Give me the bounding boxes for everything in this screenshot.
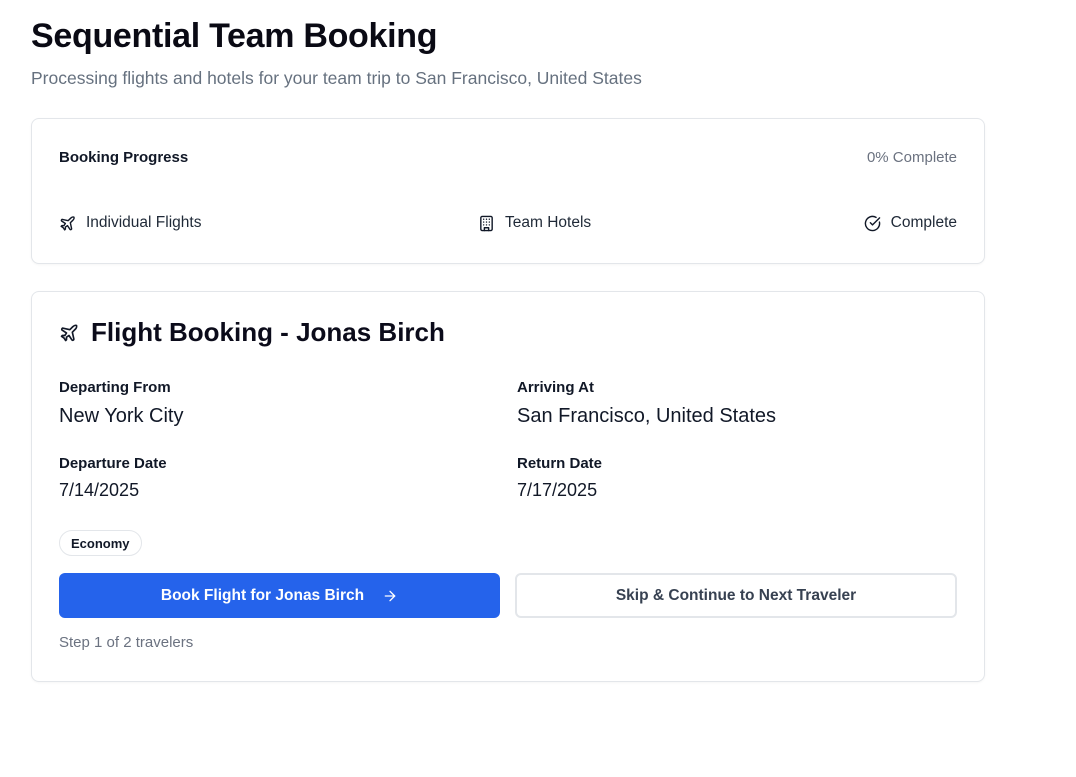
class-badge: Economy [59,530,142,556]
skip-traveler-button[interactable]: Skip & Continue to Next Traveler [515,573,957,618]
return-date-label: Return Date [517,455,603,472]
building-icon [480,215,493,231]
flight-booking-card: Flight Booking - Jonas Birch Departing F… [31,291,985,682]
booking-title: Flight Booking - Jonas Birch [59,317,445,348]
progress-step-flights: Individual Flights [59,214,201,232]
book-flight-button-label: Book Flight for Jonas Birch [160,586,365,604]
progress-label: Booking Progress [59,149,189,166]
booking-progress-card: Booking Progress 0% Complete Individual … [31,118,985,264]
check-circle-icon [864,215,880,231]
arriving-at-label: Arriving At [517,379,594,396]
skip-traveler-button-label: Skip & Continue to Next Traveler [615,586,857,604]
progress-step-label: Individual Flights [86,214,202,231]
progress-percent: 0% Complete [866,149,957,166]
booking-title-text: Flight Booking - Jonas Birch [91,317,445,347]
departing-from-label: Departing From [59,379,171,396]
page-title: Sequential Team Booking [31,17,438,55]
return-date-value: 7/17/2025 [517,480,598,500]
departure-date-value: 7/14/2025 [59,480,140,500]
arrow-right-icon [384,590,396,601]
arriving-at-value: San Francisco, United States [517,405,777,427]
book-flight-button[interactable]: Book Flight for Jonas Birch [59,573,500,618]
plane-icon [60,324,78,341]
departure-date-label: Departure Date [59,455,167,472]
plane-icon [60,215,75,231]
progress-step-label: Team Hotels [505,214,592,231]
progress-step-complete: Complete [864,214,957,232]
page-subtitle: Processing flights and hotels for your t… [31,68,642,88]
progress-step-label: Complete [890,214,957,231]
progress-step-hotels: Team Hotels [478,214,591,232]
traveler-step-note: Step 1 of 2 travelers [59,634,194,651]
departing-from-value: New York City [59,405,184,427]
